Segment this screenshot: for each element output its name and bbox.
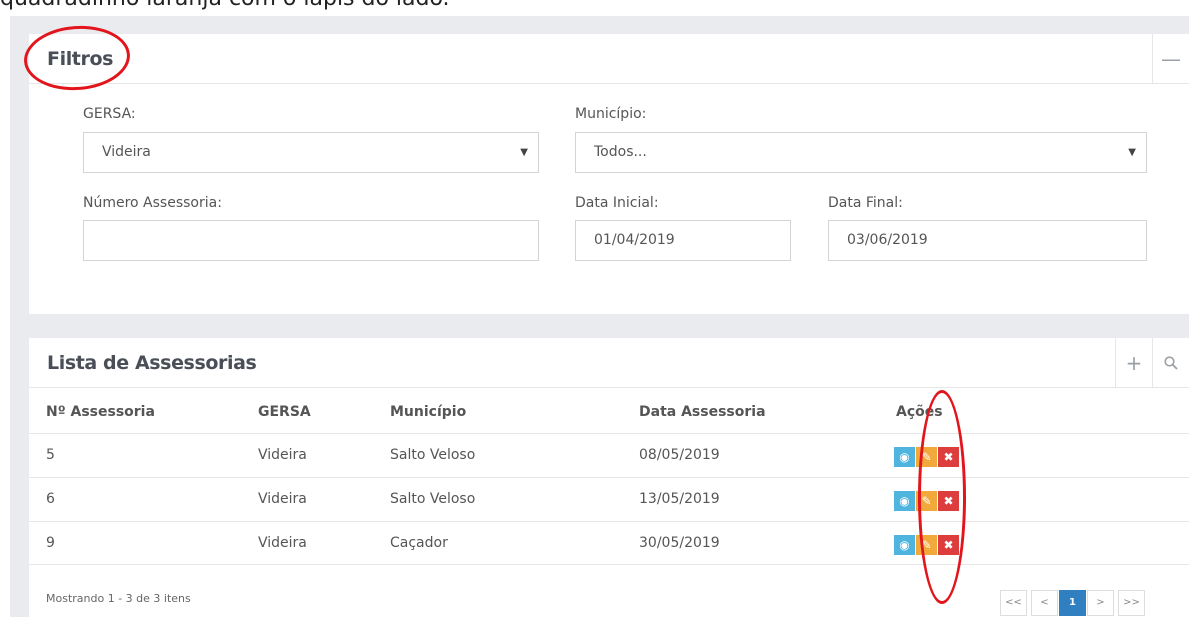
numero-assessoria-label: Número Assessoria: [83,195,222,211]
close-icon[interactable]: ✖ [938,535,959,555]
pencil-icon[interactable]: ✎ [916,447,937,467]
pencil-icon[interactable]: ✎ [916,491,937,511]
cell-data: 13/05/2019 [639,491,720,507]
filters-panel-header: Filtros — [29,34,1189,84]
data-inicial-input[interactable]: 01/04/2019 [575,220,791,261]
cell-municipio: Caçador [390,535,448,551]
municipio-select[interactable]: Todos... ▼ [575,132,1147,173]
col-header-gersa[interactable]: GERSA [258,404,311,420]
data-inicial-label: Data Inicial: [575,195,659,211]
col-header-data[interactable]: Data Assessoria [639,404,766,420]
page-next-button[interactable]: > [1087,590,1114,616]
page-first-button[interactable]: << [1000,590,1027,616]
table-row: 6 Videira Salto Veloso 13/05/2019 ◉ ✎ ✖ [29,477,1189,521]
list-panel-header: Lista de Assessorias + [29,338,1189,388]
chevron-down-icon: ▼ [520,147,528,158]
eye-icon[interactable]: ◉ [894,491,915,511]
cell-municipio: Salto Veloso [390,447,476,463]
col-header-numero[interactable]: Nº Assessoria [46,404,155,420]
table-row: 5 Videira Salto Veloso 08/05/2019 ◉ ✎ ✖ [29,433,1189,477]
cell-numero: 9 [46,535,55,551]
numero-assessoria-input[interactable] [83,220,539,261]
minus-icon[interactable]: — [1152,34,1189,84]
page-last-button[interactable]: >> [1118,590,1145,616]
cell-municipio: Salto Veloso [390,491,476,507]
data-final-input[interactable]: 03/06/2019 [828,220,1147,261]
cell-data: 08/05/2019 [639,447,720,463]
cell-gersa: Videira [258,491,307,507]
data-final-value: 03/06/2019 [847,232,928,248]
col-header-municipio[interactable]: Município [390,404,466,420]
municipio-select-value: Todos... [594,144,647,160]
page-prev-button[interactable]: < [1031,590,1058,616]
cell-numero: 6 [46,491,55,507]
data-inicial-value: 01/04/2019 [594,232,675,248]
chevron-down-icon: ▼ [1128,147,1136,158]
cell-gersa: Videira [258,447,307,463]
municipio-label: Município: [575,106,647,122]
eye-icon[interactable]: ◉ [894,535,915,555]
gersa-label: GERSA: [83,106,136,122]
row-actions: ◉ ✎ ✖ [894,447,960,467]
annotation-caption: quadradinho laranja com o lápis do lado. [0,0,450,11]
gersa-select-value: Videira [102,144,151,160]
filters-panel: Filtros — GERSA: Videira ▼ Município: To… [29,34,1189,314]
search-icon[interactable] [1152,338,1189,388]
cell-gersa: Videira [258,535,307,551]
gersa-select[interactable]: Videira ▼ [83,132,539,173]
list-panel: Lista de Assessorias + Nº Assessoria GER… [29,338,1189,617]
cell-numero: 5 [46,447,55,463]
pencil-icon[interactable]: ✎ [916,535,937,555]
filters-title: Filtros [47,48,114,70]
list-title: Lista de Assessorias [47,352,257,374]
row-actions: ◉ ✎ ✖ [894,535,960,555]
table-row: 9 Videira Caçador 30/05/2019 ◉ ✎ ✖ [29,521,1189,565]
row-actions: ◉ ✎ ✖ [894,491,960,511]
plus-icon[interactable]: + [1115,338,1152,388]
close-icon[interactable]: ✖ [938,447,959,467]
close-icon[interactable]: ✖ [938,491,959,511]
col-header-acoes: Ações [896,404,943,420]
pagination-summary: Mostrando 1 - 3 de 3 itens [46,592,191,605]
page-1-button[interactable]: 1 [1059,590,1086,616]
data-final-label: Data Final: [828,195,903,211]
cell-data: 30/05/2019 [639,535,720,551]
eye-icon[interactable]: ◉ [894,447,915,467]
